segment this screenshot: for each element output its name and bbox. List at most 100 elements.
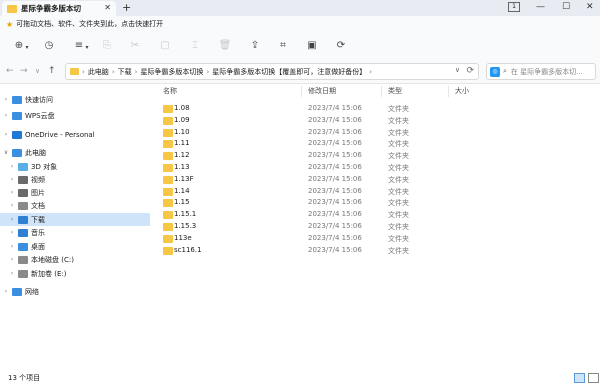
copy-icon[interactable]: ⎘ bbox=[100, 40, 114, 54]
quick-drop-text: 可拖动文档、软件、文件夹到此，点击快速打开 bbox=[16, 20, 164, 28]
chevron-right-icon[interactable]: › bbox=[2, 112, 10, 119]
breadcrumb-separator[interactable]: › bbox=[112, 68, 115, 76]
chevron-right-icon[interactable]: › bbox=[2, 131, 10, 138]
close-button[interactable]: ✕ bbox=[586, 2, 594, 12]
delete-icon[interactable]: 🗑 bbox=[218, 40, 232, 54]
search-placeholder: 在 星际争霸多版本切... bbox=[510, 67, 583, 76]
breadcrumb-separator[interactable]: › bbox=[369, 68, 372, 76]
tab-close-icon[interactable]: ✕ bbox=[104, 3, 111, 12]
sidebar-item[interactable]: › OneDrive - Personal bbox=[0, 128, 150, 141]
status-bar: 13 个项目 bbox=[0, 370, 600, 386]
cut-icon[interactable]: ✂ bbox=[128, 40, 142, 54]
quick-drop-bar[interactable]: ★ 可拖动文档、软件、文件夹到此，点击快速打开 bbox=[0, 16, 600, 32]
table-row[interactable]: 1.09 2023/7/4 15:06 文件夹 bbox=[163, 115, 583, 127]
up-icon[interactable]: ↑ bbox=[48, 66, 56, 76]
sidebar-item[interactable]: › 新加卷 (E:) bbox=[0, 267, 150, 280]
sidebar-item-label: OneDrive - Personal bbox=[25, 130, 95, 139]
chevron-right-icon[interactable]: › bbox=[8, 270, 16, 277]
crop-icon[interactable]: ⌗ bbox=[276, 40, 290, 54]
table-row[interactable]: 1.13 2023/7/4 15:06 文件夹 bbox=[163, 162, 583, 174]
sidebar-item-label: 新加卷 (E:) bbox=[31, 269, 67, 278]
chevron-right-icon[interactable]: › bbox=[8, 216, 16, 223]
details-view-icon[interactable] bbox=[574, 373, 585, 383]
table-row[interactable]: 1.13F 2023/7/4 15:06 文件夹 bbox=[163, 174, 583, 186]
file-name: 1.09 bbox=[174, 115, 190, 124]
table-row[interactable]: 1.10 2023/7/4 15:06 文件夹 bbox=[163, 127, 583, 139]
sidebar-item[interactable]: › 音乐 bbox=[0, 226, 150, 239]
breadcrumb-current[interactable]: 星际争霸多版本切换【覆盖即可，注意做好备份】 bbox=[212, 67, 366, 77]
tab-active[interactable]: 星际争霸多版本切 ✕ bbox=[2, 1, 116, 16]
new-dropdown-icon[interactable]: ▾ bbox=[20, 42, 34, 56]
table-row[interactable]: 1.11 2023/7/4 15:06 文件夹 bbox=[163, 138, 583, 150]
sidebar-item[interactable]: › 本地磁盘 (C:) bbox=[0, 253, 150, 266]
maximize-button[interactable]: ☐ bbox=[562, 2, 570, 12]
chevron-right-icon[interactable]: › bbox=[8, 243, 16, 250]
history-dropdown-icon[interactable]: ∨ bbox=[35, 67, 40, 75]
share-icon[interactable]: ⇪ bbox=[248, 40, 262, 54]
column-divider[interactable] bbox=[381, 86, 382, 97]
save-icon[interactable]: ▣ bbox=[305, 40, 319, 54]
column-divider[interactable] bbox=[301, 86, 302, 97]
sidebar-item[interactable]: › 下载 bbox=[0, 213, 150, 226]
folder-icon bbox=[163, 223, 173, 231]
chevron-right-icon[interactable]: › bbox=[8, 163, 16, 170]
file-date: 2023/7/4 15:06 bbox=[308, 127, 362, 136]
file-type: 文件夹 bbox=[388, 211, 409, 220]
chevron-down-icon[interactable]: ∨ bbox=[2, 149, 10, 156]
column-divider[interactable] bbox=[448, 86, 449, 97]
table-row[interactable]: 1.15.3 2023/7/4 15:06 文件夹 bbox=[163, 221, 583, 233]
large-icons-view-icon[interactable] bbox=[588, 373, 599, 383]
minimize-button[interactable]: — bbox=[536, 2, 545, 12]
cloud-icon bbox=[12, 111, 22, 120]
sidebar-item[interactable]: › 3D 对象 bbox=[0, 160, 150, 173]
breadcrumb-separator[interactable]: › bbox=[206, 68, 209, 76]
search-input[interactable]: ◎ ⌕ 在 星际争霸多版本切... bbox=[486, 63, 596, 80]
column-header-type[interactable]: 类型 bbox=[388, 85, 402, 99]
chevron-right-icon[interactable]: › bbox=[8, 176, 16, 183]
table-row[interactable]: 113e 2023/7/4 15:06 文件夹 bbox=[163, 233, 583, 245]
column-header-date[interactable]: 修改日期 bbox=[308, 85, 336, 99]
table-row[interactable]: 1.08 2023/7/4 15:06 文件夹 bbox=[163, 103, 583, 115]
recent-icon[interactable]: ◷ bbox=[42, 40, 56, 54]
file-name: 1.12 bbox=[174, 151, 190, 160]
breadcrumb-separator[interactable]: › bbox=[135, 68, 138, 76]
sidebar-item[interactable]: › 图片 bbox=[0, 186, 150, 199]
sidebar-item[interactable]: › 文档 bbox=[0, 199, 150, 212]
chevron-right-icon[interactable]: › bbox=[2, 288, 10, 295]
view-dropdown-icon[interactable]: ▾ bbox=[80, 42, 94, 56]
file-name: 1.13 bbox=[174, 163, 190, 171]
chevron-right-icon[interactable]: › bbox=[8, 202, 16, 209]
table-row[interactable]: 1.14 2023/7/4 15:06 文件夹 bbox=[163, 186, 583, 198]
rename-icon[interactable]: ⌶ bbox=[188, 40, 202, 54]
chevron-right-icon[interactable]: › bbox=[8, 229, 16, 236]
new-tab-button[interactable]: + bbox=[122, 1, 131, 14]
chevron-right-icon[interactable]: › bbox=[2, 96, 10, 103]
address-dropdown-icon[interactable]: ∨ bbox=[455, 66, 460, 74]
sidebar-item[interactable]: › 桌面 bbox=[0, 240, 150, 253]
column-header-name[interactable]: 名称 bbox=[163, 85, 177, 99]
column-header-size[interactable]: 大小 bbox=[455, 85, 469, 99]
back-icon[interactable]: ← bbox=[6, 66, 14, 76]
chevron-right-icon[interactable]: › bbox=[8, 189, 16, 196]
tab-count-badge[interactable]: 1 bbox=[508, 2, 520, 12]
breadcrumb-switcher[interactable]: 星际争霸多版本切换 bbox=[140, 67, 203, 77]
file-type: 文件夹 bbox=[388, 223, 409, 231]
file-date: 2023/7/4 15:06 bbox=[308, 163, 362, 171]
sidebar-item[interactable]: › WPS云盘 bbox=[0, 109, 150, 122]
refresh-icon[interactable]: ⟳ bbox=[334, 40, 348, 54]
sidebar-item[interactable]: › 视频 bbox=[0, 173, 150, 186]
chevron-right-icon[interactable]: › bbox=[8, 256, 16, 263]
table-row[interactable]: 1.12 2023/7/4 15:06 文件夹 bbox=[163, 150, 583, 162]
table-row[interactable]: sc116.1 2023/7/4 15:06 文件夹 bbox=[163, 245, 583, 257]
forward-icon[interactable]: → bbox=[20, 66, 28, 76]
table-row[interactable]: 1.15 2023/7/4 15:06 文件夹 bbox=[163, 197, 583, 209]
address-bar[interactable]: › 此电脑 › 下载 › 星际争霸多版本切换 › 星际争霸多版本切换【覆盖即可，… bbox=[65, 63, 479, 80]
sidebar-item[interactable]: ∨ 此电脑 bbox=[0, 146, 150, 159]
paste-icon[interactable]: ▢ bbox=[158, 40, 172, 54]
breadcrumb-pc[interactable]: 此电脑 bbox=[88, 67, 109, 77]
breadcrumb-downloads[interactable]: 下载 bbox=[118, 67, 132, 77]
sidebar-item[interactable]: › 网络 bbox=[0, 285, 150, 298]
sidebar-item[interactable]: › 快速访问 bbox=[0, 93, 150, 106]
table-row[interactable]: 1.15.1 2023/7/4 15:06 文件夹 bbox=[163, 209, 583, 221]
refresh-address-icon[interactable]: ⟳ bbox=[466, 66, 474, 76]
